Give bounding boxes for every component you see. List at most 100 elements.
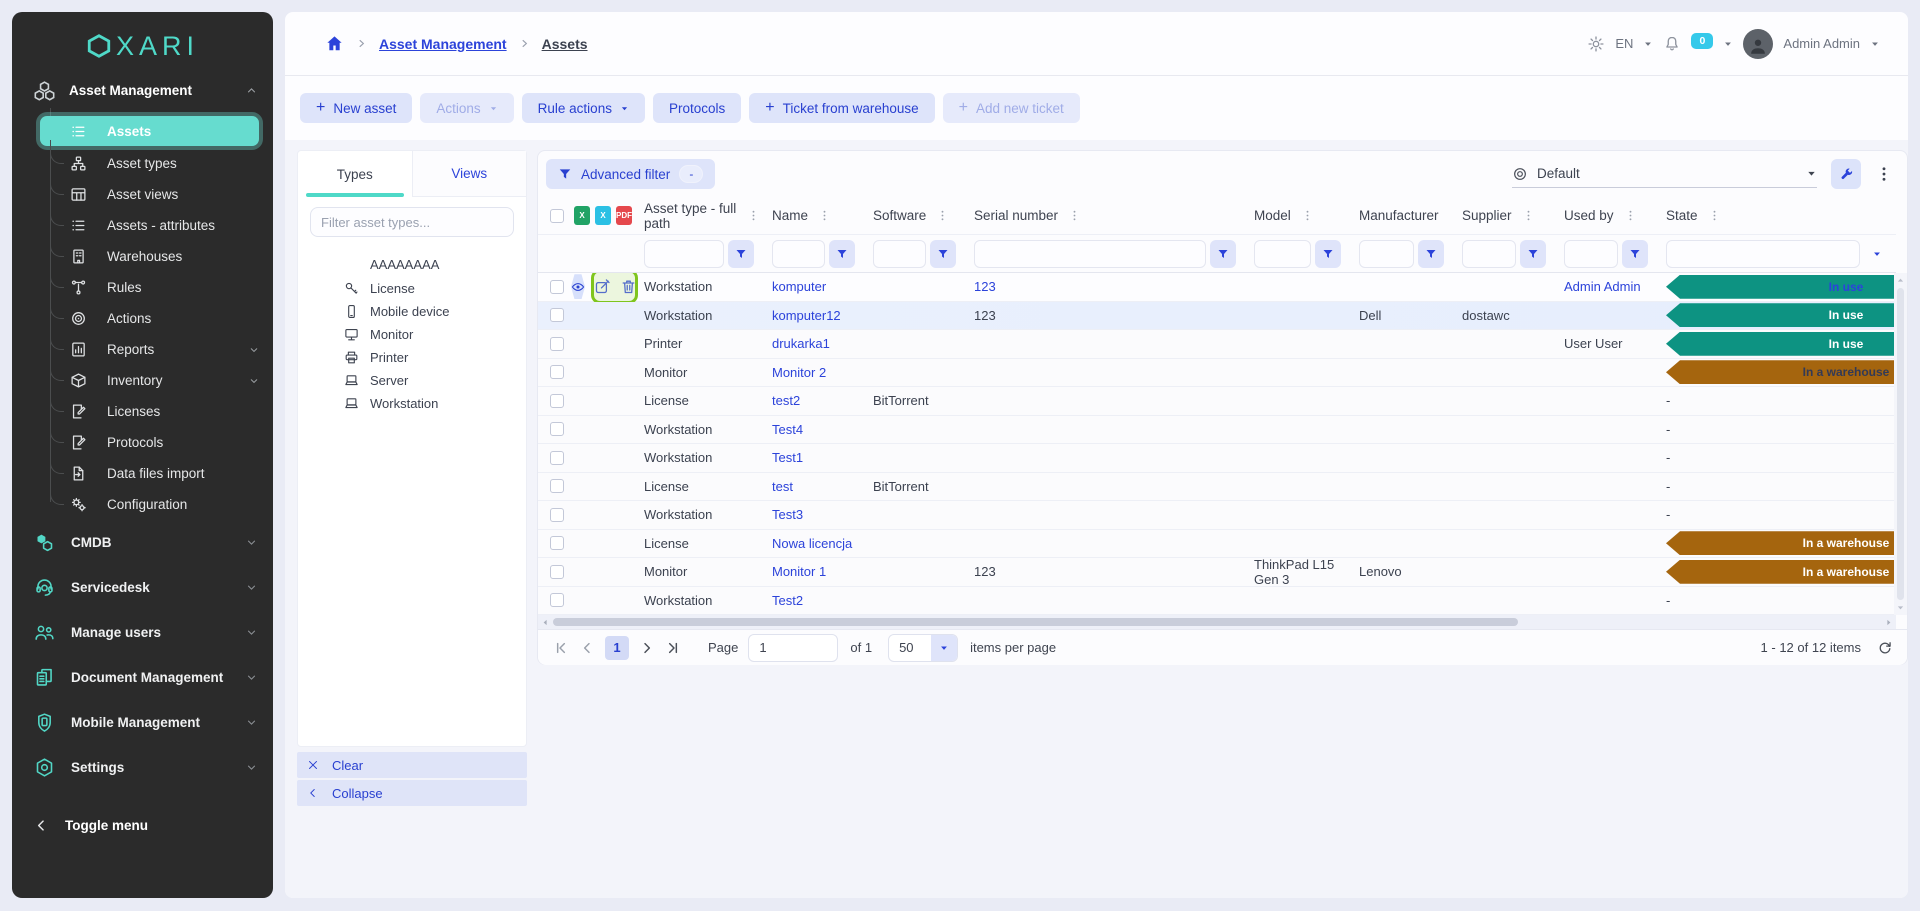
asset-name-link[interactable]: Nowa licencja [772,536,852,551]
pdf-export-icon[interactable]: PDF [616,206,632,225]
table-row[interactable]: MonitorMonitor 2In a warehouse [538,359,1896,388]
sidebar-module-document-management[interactable]: Document Management [12,655,273,700]
table-row[interactable]: WorkstationTest4- [538,416,1896,445]
sidebar-item-rules[interactable]: Rules [50,272,273,303]
row-checkbox[interactable] [550,422,564,436]
filter-funnel-button[interactable] [728,240,754,268]
column-menu-icon[interactable] [1624,208,1637,223]
sidebar-module-cmdb[interactable]: CMDB [12,520,273,565]
column-menu-icon[interactable] [1522,208,1535,223]
filter-asset-types-input[interactable] [310,207,514,237]
toggle-menu-button[interactable]: Toggle menu [12,808,273,842]
edit-icon[interactable] [594,278,611,295]
column-header-supplier[interactable]: Supplier [1450,197,1552,234]
trash-icon[interactable] [620,278,637,295]
filter-input-manufacturer[interactable] [1359,240,1414,268]
asset-name-link[interactable]: Test2 [772,593,803,608]
vertical-scrollbar[interactable] [1894,273,1907,615]
breadcrumb-asset-management[interactable]: Asset Management [379,36,507,52]
filter-input-state[interactable] [1666,240,1860,268]
vertical-scrollbar-thumb[interactable] [1897,288,1904,600]
sidebar-module-mobile-management[interactable]: Mobile Management [12,700,273,745]
grid-settings-button[interactable] [1831,159,1861,189]
table-row[interactable]: Licensetest2BitTorrent- [538,387,1896,416]
column-menu-icon[interactable] [747,208,760,223]
state-filter-dropdown[interactable] [1864,240,1890,268]
page-number-input[interactable] [748,634,838,662]
user-name[interactable]: Admin Admin [1783,36,1860,51]
rule-actions-button[interactable]: Rule actions [522,93,645,123]
column-header-serial-number[interactable]: Serial number [962,197,1242,234]
filter-funnel-button[interactable] [829,240,855,268]
notifications-bell-icon[interactable] [1663,35,1681,53]
column-header-name[interactable]: Name [760,197,861,234]
row-checkbox[interactable] [550,451,564,465]
actions-button[interactable]: Actions [420,93,513,123]
collapse-button[interactable]: Collapse [297,780,527,806]
filter-input-supplier[interactable] [1462,240,1516,268]
filter-funnel-button[interactable] [1418,240,1444,268]
table-row[interactable]: Printerdrukarka1User UserIn use [538,330,1896,359]
sidebar-item-licenses[interactable]: Licenses [50,396,273,427]
filter-funnel-button[interactable] [1315,240,1341,268]
column-header-model[interactable]: Model [1242,197,1347,234]
type-item-server[interactable]: Server [298,369,526,392]
horizontal-scrollbar-thumb[interactable] [553,618,1518,626]
last-page-icon[interactable] [665,640,681,656]
new-asset-button[interactable]: +New asset [300,93,412,123]
settings-gear-icon[interactable] [1587,35,1605,53]
next-page-icon[interactable] [639,640,655,656]
user-avatar[interactable] [1743,29,1773,59]
sidebar-module-settings[interactable]: Settings [12,745,273,790]
table-row[interactable]: WorkstationTest2- [538,587,1896,616]
first-page-icon[interactable] [553,640,569,656]
column-menu-icon[interactable] [936,208,949,223]
previous-page-icon[interactable] [579,640,595,656]
column-header-used-by[interactable]: Used by [1552,197,1654,234]
row-checkbox[interactable] [550,280,564,294]
chevron-down-icon[interactable] [1723,39,1733,49]
type-item-workstation[interactable]: Workstation [298,392,526,415]
filter-funnel-button[interactable] [1210,240,1236,268]
table-row[interactable]: MonitorMonitor 1123ThinkPad L15 Gen 3Len… [538,558,1896,587]
view-asset-button[interactable] [571,274,585,299]
row-checkbox[interactable] [550,308,564,322]
filter-input-software[interactable] [873,240,926,268]
row-checkbox[interactable] [550,479,564,493]
asset-name-link[interactable]: komputer [772,279,826,294]
home-icon[interactable] [325,34,344,53]
clear-button[interactable]: Clear [297,752,527,778]
add-new-ticket-button[interactable]: +Add new ticket [943,93,1080,123]
type-item-mobile-device[interactable]: Mobile device [298,300,526,323]
column-menu-icon[interactable] [1068,208,1081,223]
type-group-label[interactable]: AAAAAAAA [298,251,526,277]
filter-input-name[interactable] [772,240,825,268]
filter-funnel-button[interactable] [1520,240,1546,268]
filter-input-used-by[interactable] [1564,240,1618,268]
ticket-from-warehouse-button[interactable]: +Ticket from warehouse [749,93,934,123]
row-checkbox[interactable] [550,337,564,351]
page-number-button[interactable]: 1 [605,636,629,660]
chevron-down-icon[interactable] [1870,39,1880,49]
column-menu-icon[interactable] [818,208,831,223]
asset-name-link[interactable]: Test4 [772,422,803,437]
table-row[interactable]: WorkstationTest1- [538,444,1896,473]
row-checkbox[interactable] [550,536,564,550]
protocols-button[interactable]: Protocols [653,93,741,123]
sidebar-item-asset-types[interactable]: Asset types [50,148,273,179]
grid-menu-kebab-icon[interactable] [1875,164,1893,184]
filter-input-model[interactable] [1254,240,1311,268]
sidebar-section-asset-management[interactable]: Asset Management [12,70,273,110]
tab-views[interactable]: Views [412,151,527,197]
sidebar-item-assets-attributes[interactable]: Assets - attributes [50,210,273,241]
scroll-down-icon[interactable] [1896,603,1905,612]
tab-types[interactable]: Types [298,151,412,197]
filter-funnel-button[interactable] [930,240,956,268]
table-row[interactable]: LicenseNowa licencjaIn a warehouse [538,530,1896,559]
csv-export-icon[interactable]: X [595,206,611,225]
row-checkbox[interactable] [550,394,564,408]
column-header-state[interactable]: State [1654,197,1896,234]
scroll-up-icon[interactable] [1896,276,1905,285]
scroll-right-icon[interactable] [1884,618,1893,627]
sidebar-item-assets[interactable]: Assets [40,116,259,146]
